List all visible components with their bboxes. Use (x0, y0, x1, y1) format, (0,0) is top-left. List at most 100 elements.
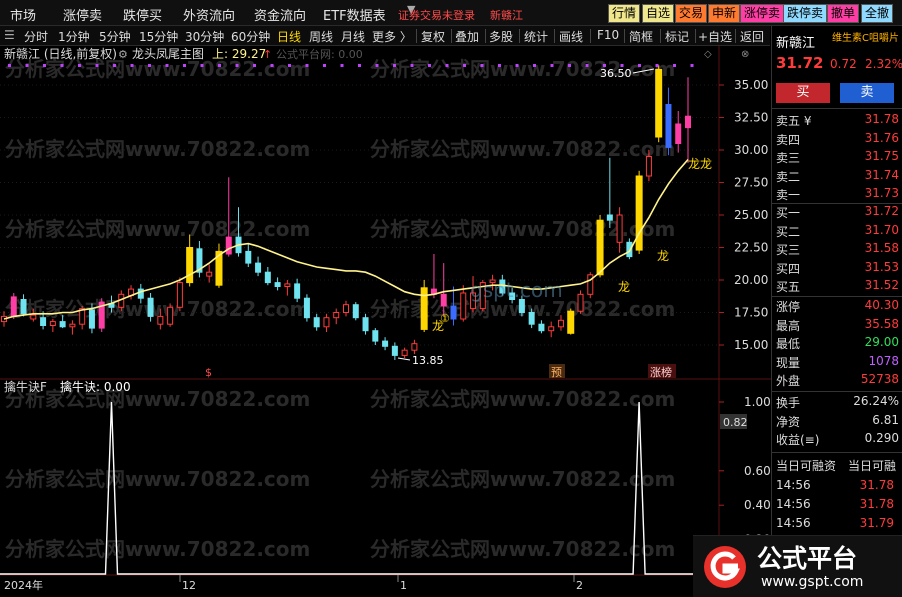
statistics-button[interactable]: 统计 (524, 28, 548, 45)
dragon-label-2: 龙 (618, 280, 630, 294)
book-row-price: 31.73 (864, 186, 899, 200)
signal-dot (113, 64, 116, 67)
menu-capital-flow[interactable]: 资金流向 (254, 5, 306, 24)
tab-timeframe-60min[interactable]: 60分钟 (231, 28, 270, 45)
up-arrow-icon: ↑ (263, 48, 272, 61)
y-tick-label: 20.00 (734, 273, 768, 287)
f10-button[interactable]: F10 (597, 28, 619, 42)
signal-dot (253, 64, 256, 67)
brand-badge: 公式平台 www.gspt.com (693, 535, 902, 597)
candle (538, 320, 545, 334)
menu-limit-down-buy[interactable]: 跌停买 (123, 5, 162, 24)
tab-timeframe-1min[interactable]: 1分钟 (58, 28, 90, 45)
book-row[interactable]: 卖四 31.76 (776, 131, 899, 149)
tab-timeframe-weekly[interactable]: 周线 (309, 28, 333, 45)
signal-dot (463, 64, 466, 67)
tab-timeframe-daily[interactable]: 日线 (277, 28, 301, 45)
candle (98, 298, 105, 332)
book-row[interactable]: 卖三 31.75 (776, 149, 899, 167)
stat-row: 净资 6.81 (776, 413, 899, 431)
book-row[interactable]: 卖一 31.73 (776, 186, 899, 204)
quick-button-6[interactable]: 撤单 (827, 4, 860, 23)
quote-change: 0.72 (830, 57, 857, 71)
high-label: 36.50 (600, 67, 632, 80)
candle (284, 280, 291, 296)
book-row[interactable]: 卖二 31.74 (776, 168, 899, 186)
quick-button-3[interactable]: 申新 (708, 4, 741, 23)
candle (196, 241, 203, 278)
draw-line-button[interactable]: 画线 (559, 28, 583, 45)
quick-button-1[interactable]: 自选 (642, 4, 675, 23)
signal-dot (165, 64, 169, 67)
book-row[interactable]: 卖五 ¥ 31.78 (776, 112, 899, 130)
candle (215, 243, 223, 288)
tab-timeframe-more[interactable]: 更多 〉 (372, 28, 412, 45)
tab-timeframe-monthly[interactable]: 月线 (341, 28, 365, 45)
close-icon[interactable]: ⊗ (741, 49, 749, 60)
add-favorite-button[interactable]: +自选 (698, 28, 732, 45)
candle (255, 256, 262, 277)
indicator-value: 上: 29.27 (212, 47, 266, 61)
book-row[interactable]: 买一 31.72 (776, 204, 899, 222)
tab-timeframe-30min[interactable]: 30分钟 (185, 28, 224, 45)
overlay-button[interactable]: 叠加 (455, 28, 479, 45)
menu-market[interactable]: 市场 (10, 5, 36, 24)
book-row-label: 卖一 (776, 188, 801, 202)
sub-y-tick-label: 0.40 (744, 498, 771, 512)
sub-indicator-value: 擒牛诀: 0.00 (60, 379, 131, 394)
candle (10, 293, 17, 319)
collapse-icon[interactable]: ◇ (704, 49, 712, 60)
quick-button-5[interactable]: 跌停卖 (783, 4, 828, 23)
candle (274, 277, 281, 291)
tab-timeframe-15min[interactable]: 15分钟 (139, 28, 178, 45)
mark-top-list: 涨榜 (650, 365, 672, 379)
signal-dot (550, 64, 554, 67)
candle (186, 234, 194, 287)
book-row[interactable]: 买五 31.52 (776, 278, 899, 296)
sub-indicator-title: 擒牛诀F (4, 379, 47, 394)
candle (606, 157, 613, 228)
candle (264, 267, 271, 286)
signal-dot (585, 64, 589, 67)
book-row[interactable]: 买三 31.58 (776, 241, 899, 259)
y-tick-label: 22.50 (734, 241, 768, 255)
stat-row: 最高 35.58 (776, 317, 899, 335)
book-row-label: 卖五 ¥ (776, 114, 812, 128)
stat-value: 6.81 (872, 412, 899, 427)
signal-dot (445, 64, 449, 67)
sidebar-toggle-icon[interactable]: ☰ (4, 28, 15, 42)
menu-foreign-flow[interactable]: 外资流向 (183, 5, 235, 24)
multi-stock-button[interactable]: 多股 (489, 28, 513, 45)
stat-row: 最低 29.00 (776, 335, 899, 353)
quick-button-2[interactable]: 交易 (675, 4, 708, 23)
book-row-label: 买一 (776, 206, 801, 220)
quick-button-7[interactable]: 全撤 (861, 4, 894, 23)
menu-limit-up-sell[interactable]: 涨停卖 (63, 5, 102, 24)
top-menu-bar: 市场 涨停卖 跌停买 外资流向 资金流向 ETF数据表 ▼ 证券交易未登录 新赣… (0, 0, 902, 26)
signal-dot (533, 64, 536, 67)
tab-timeframe-intraday[interactable]: 分时 (24, 28, 48, 45)
book-row[interactable]: 买四 31.53 (776, 260, 899, 278)
candle (176, 277, 183, 312)
buy-button[interactable]: 买 (776, 83, 830, 103)
back-button[interactable]: 返回 (740, 28, 764, 45)
simple-frame-button[interactable]: 简框 (629, 28, 653, 45)
mark-button[interactable]: 标记 (665, 28, 689, 45)
signal-dot (270, 64, 274, 67)
menu-etf-table[interactable]: ETF数据表 (323, 5, 386, 24)
adjust-button[interactable]: 复权 (421, 28, 445, 45)
signal-dot (130, 64, 134, 67)
book-row[interactable]: 买二 31.70 (776, 223, 899, 241)
signal-dot (410, 64, 414, 67)
signal-dot (183, 64, 186, 67)
sell-button[interactable]: 卖 (840, 83, 894, 103)
stat-label: 收益(≡) (776, 433, 820, 447)
quick-button-0[interactable]: 行情 (608, 4, 641, 23)
stat-row: 现量 1078 (776, 354, 899, 372)
tab-timeframe-5min[interactable]: 5分钟 (99, 28, 131, 45)
indicator-settings-icon[interactable]: ⚙ (118, 48, 128, 61)
signal-dot (673, 64, 676, 67)
kline-chart[interactable]: 分析家公式网www.70822.com 分析家公式网www.70822.com 分析… (0, 46, 771, 597)
quick-button-4[interactable]: 涨停卖 (740, 4, 785, 23)
candle (167, 303, 174, 327)
